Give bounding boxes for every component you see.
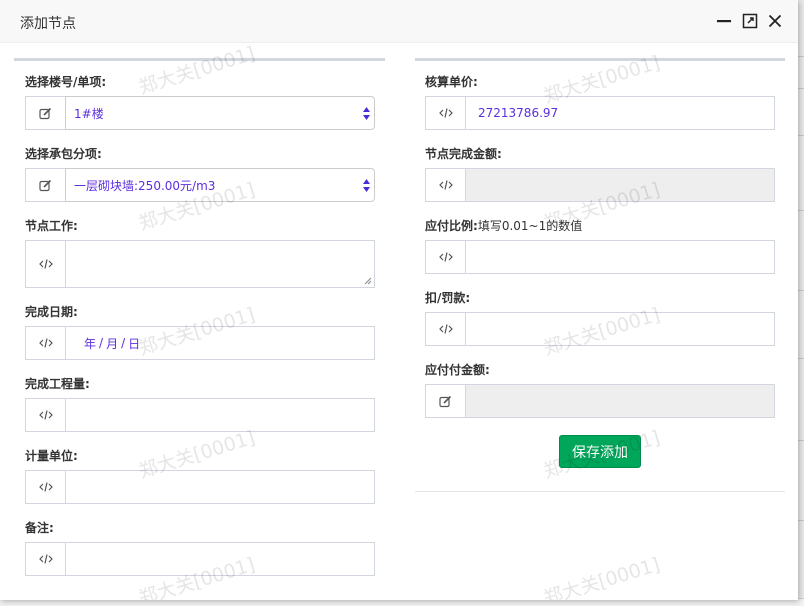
left-form-panel: 选择楼号/单项: 1#楼 选择承包分项: 一层砌块墙:250.00元/m3 节点… (14, 58, 385, 600)
date-day[interactable]: 日 (128, 335, 140, 352)
deduction-label: 扣/罚款: (425, 291, 471, 305)
code-icon (425, 96, 465, 130)
remark-label: 备注: (25, 521, 54, 535)
dialog-title: 添加节点 (20, 16, 76, 32)
date-sep: / (121, 336, 126, 350)
deduction-input[interactable] (465, 312, 775, 346)
right-form-panel: 核算单价: 27213786.97 节点完成金额: 应付比例:填写0.01~1的… (415, 58, 785, 492)
work-textarea[interactable] (65, 240, 375, 288)
payable-field: 应付付金额: (425, 362, 775, 418)
payable-label: 应付付金额: (425, 363, 490, 377)
save-add-button[interactable]: 保存添加 (559, 435, 641, 468)
unit-label: 计量单位: (25, 449, 78, 463)
resize-grip-icon[interactable] (364, 277, 372, 285)
maximize-icon[interactable] (741, 12, 759, 30)
edit-icon (25, 168, 65, 202)
date-year[interactable]: 年 (84, 335, 96, 352)
contract-select-value: 一层砌块墙:250.00元/m3 (74, 178, 216, 193)
building-label: 选择楼号/单项: (25, 75, 107, 89)
pay-ratio-hint: 填写0.01~1的数值 (477, 219, 583, 233)
date-field: 完成日期: 年 / 月 / 日 (25, 304, 375, 360)
contract-select[interactable]: 一层砌块墙:250.00元/m3 (65, 168, 375, 202)
date-input[interactable]: 年 / 月 / 日 (65, 326, 375, 360)
code-icon (25, 240, 65, 288)
unit-price-value: 27213786.97 (478, 106, 559, 120)
add-node-dialog: 添加节点 选择楼号/单项: 1#楼 选择承包分项: 一层砌块墙:250.00元/… (0, 0, 798, 600)
node-amount-input (465, 168, 775, 202)
watermark: 郑大关[0001] (541, 553, 663, 600)
code-icon (425, 312, 465, 346)
pay-ratio-input[interactable] (465, 240, 775, 274)
dialog-titlebar: 添加节点 (0, 0, 798, 43)
work-field: 节点工作: (25, 218, 375, 288)
contract-field: 选择承包分项: 一层砌块墙:250.00元/m3 (25, 146, 375, 202)
building-select[interactable]: 1#楼 (65, 96, 375, 130)
code-icon (25, 470, 65, 504)
background-page (798, 0, 804, 606)
unit-price-input[interactable]: 27213786.97 (465, 96, 775, 130)
unit-price-field: 核算单价: 27213786.97 (425, 74, 775, 130)
unit-input[interactable] (65, 470, 375, 504)
unit-price-label: 核算单价: (425, 75, 478, 89)
date-month[interactable]: 月 (106, 335, 118, 352)
quantity-field: 完成工程量: (25, 376, 375, 432)
quantity-input[interactable] (65, 398, 375, 432)
quantity-label: 完成工程量: (25, 377, 90, 391)
minimize-icon[interactable] (715, 12, 733, 30)
node-amount-field: 节点完成金额: (425, 146, 775, 202)
payable-input (465, 384, 775, 418)
code-icon (25, 326, 65, 360)
building-field: 选择楼号/单项: 1#楼 (25, 74, 375, 130)
pay-ratio-field: 应付比例:填写0.01~1的数值 (425, 218, 775, 274)
node-amount-label: 节点完成金额: (425, 147, 502, 161)
edit-icon (425, 384, 465, 418)
contract-label: 选择承包分项: (25, 147, 102, 161)
select-arrows-icon (363, 179, 370, 192)
code-icon (25, 542, 65, 576)
code-icon (25, 398, 65, 432)
code-icon (425, 240, 465, 274)
pay-ratio-label: 应付比例:填写0.01~1的数值 (425, 219, 583, 233)
date-label: 完成日期: (25, 305, 78, 319)
code-icon (425, 168, 465, 202)
date-sep: / (99, 336, 104, 350)
building-select-value: 1#楼 (74, 106, 104, 121)
edit-icon (25, 96, 65, 130)
close-icon[interactable] (766, 12, 784, 30)
work-label: 节点工作: (25, 219, 78, 233)
remark-input[interactable] (65, 542, 375, 576)
deduction-field: 扣/罚款: (425, 290, 775, 346)
select-arrows-icon (363, 107, 370, 120)
remark-field: 备注: (25, 520, 375, 576)
unit-field: 计量单位: (25, 448, 375, 504)
